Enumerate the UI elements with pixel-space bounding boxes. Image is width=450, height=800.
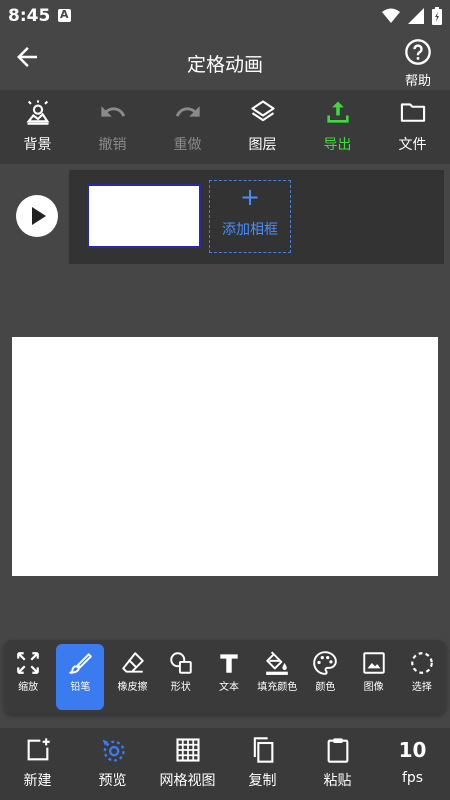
add-frame-button[interactable]: + 添加相框 [209,180,291,253]
preview-label: 预览 [98,773,127,789]
layers-icon [250,100,275,122]
export-label: 导出 [323,137,352,153]
background-button[interactable]: 背景 [0,90,75,164]
tool-shape-label: 形状 [170,682,191,693]
notification-icon [58,8,71,22]
tool-zoom-label: 缩放 [18,682,39,693]
copy-label: 复制 [248,773,277,789]
wifi-icon [382,8,400,23]
paste-label: 粘贴 [323,773,352,789]
status-bar: 8:45 [0,0,450,32]
frame-thumbnail[interactable] [87,184,201,248]
tool-select-label: 选择 [411,682,432,693]
background-icon [25,100,49,125]
app-bar: 定格动画 帮助 [0,32,450,90]
redo-label: 重做 [173,137,202,153]
frame-strip: + 添加相框 [69,170,444,264]
paste-button[interactable]: 粘贴 [300,728,375,800]
file-label: 文件 [398,137,427,153]
help-icon [405,39,431,65]
text-icon [220,654,238,673]
redo-icon [175,106,200,117]
fps-button[interactable]: 10 fps [375,728,450,800]
tool-shape[interactable]: 形状 [157,640,205,714]
plus-icon: + [239,183,261,211]
palette-icon [313,651,338,675]
copy-icon [253,737,273,763]
tool-eraser[interactable]: 橡皮擦 [108,640,156,714]
undo-button[interactable]: 撤销 [75,90,150,164]
shapes-icon [170,652,192,674]
tool-text[interactable]: 文本 [205,640,253,714]
background-label: 背景 [23,137,52,153]
fps-value: 10 [398,738,427,762]
status-icons [382,7,442,25]
tool-fill-label: 填充颜色 [257,682,298,693]
add-frame-label: 添加相框 [222,222,278,238]
layers-button[interactable]: 图层 [225,90,300,164]
folder-icon [400,103,425,122]
zoom-icon [17,652,39,674]
new-button[interactable]: 新建 [0,728,75,800]
tool-color-label: 颜色 [315,682,336,693]
fps-label: fps [401,770,424,786]
new-file-icon [27,738,50,761]
grid-icon [175,738,200,762]
tool-pencil-label: 铅笔 [70,682,91,693]
frames-area: + 添加相框 [0,170,450,264]
page-title: 定格动画 [186,54,263,76]
new-label: 新建 [23,773,52,789]
preview-button[interactable]: 预览 [75,728,150,800]
tool-text-label: 文本 [218,682,239,693]
help-button[interactable]: 帮助 [398,38,438,89]
eraser-icon [121,652,144,673]
tool-image-label: 图像 [363,682,384,693]
layers-label: 图层 [248,137,277,153]
paint-bucket-icon [266,651,289,675]
preview-icon [102,739,125,762]
select-icon [411,652,433,674]
copy-button[interactable]: 复制 [225,728,300,800]
tool-color[interactable]: 颜色 [301,640,349,714]
image-icon [362,652,385,674]
battery-icon [432,7,442,25]
status-time: 8:45 [8,6,51,26]
file-button[interactable]: 文件 [375,90,450,164]
drawing-canvas[interactable] [12,337,438,576]
grid-view-label: 网格视图 [159,773,216,789]
redo-button[interactable]: 重做 [150,90,225,164]
brush-icon [69,653,93,674]
top-toolbar: 背景 撤销 重做 图层 导出 文件 [0,90,450,164]
bottom-bar: 新建 预览 网格视图 复制 粘贴 10 fps [0,728,450,800]
tool-select[interactable]: 选择 [398,640,446,714]
undo-icon [100,106,125,117]
grid-view-button[interactable]: 网格视图 [150,728,225,800]
help-label: 帮助 [404,74,431,89]
tools-panel: 缩放 铅笔 橡皮擦 形状 文本 填充颜色 颜色 图像 选择 [4,640,446,714]
upload-icon [326,101,349,123]
tool-fill[interactable]: 填充颜色 [253,640,301,714]
tool-image[interactable]: 图像 [350,640,398,714]
export-button[interactable]: 导出 [300,90,375,164]
play-button[interactable] [16,195,58,237]
signal-icon [408,8,424,24]
tool-pencil[interactable]: 铅笔 [56,644,105,710]
tool-eraser-label: 橡皮擦 [117,682,148,693]
undo-label: 撤销 [98,137,127,153]
clipboard-icon [327,738,348,763]
tool-zoom[interactable]: 缩放 [4,640,52,714]
